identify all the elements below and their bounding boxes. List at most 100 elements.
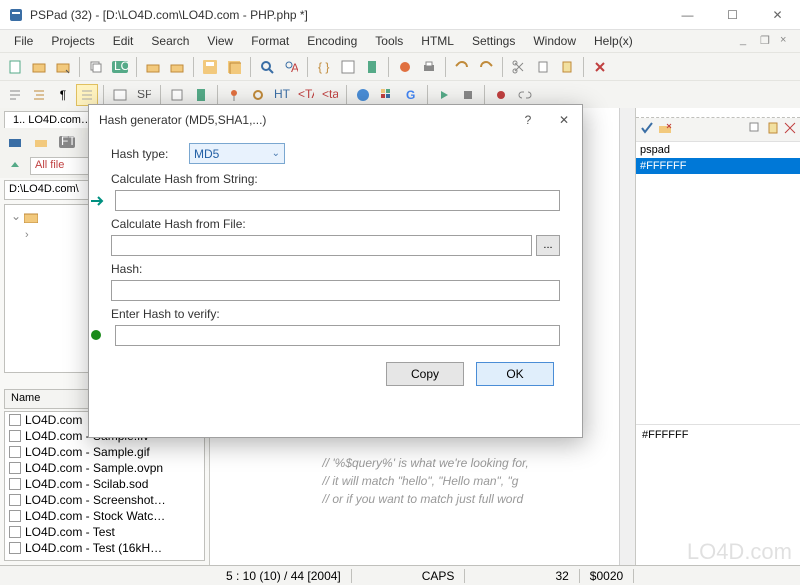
copy-button[interactable]: Copy (386, 362, 464, 386)
minimize-button[interactable]: — (665, 0, 710, 30)
link-icon[interactable] (514, 84, 536, 106)
redo-icon[interactable] (475, 56, 497, 78)
toolbar-1: LOG A→ { } (0, 52, 800, 80)
undo-icon[interactable] (451, 56, 473, 78)
pin-icon[interactable] (223, 84, 245, 106)
html-icon[interactable]: HTML (271, 84, 293, 106)
record-icon[interactable] (490, 84, 512, 106)
compile-icon[interactable] (394, 56, 416, 78)
globe-icon[interactable] (352, 84, 374, 106)
right-item-1[interactable]: pspad (636, 142, 800, 158)
file-input[interactable] (111, 235, 532, 256)
folder-x-icon[interactable] (658, 121, 672, 138)
menu-edit[interactable]: Edit (105, 32, 142, 50)
save-all-icon[interactable] (223, 56, 245, 78)
goto-icon[interactable] (166, 84, 188, 106)
print-icon[interactable] (418, 56, 440, 78)
menu-view[interactable]: View (199, 32, 241, 50)
menu-html[interactable]: HTML (413, 32, 462, 50)
calc-file-label: Calculate Hash from File: (111, 217, 560, 231)
spell-icon[interactable]: SPELL (133, 84, 155, 106)
file-tab[interactable]: 1.. LO4D.com… (4, 111, 101, 128)
list-item[interactable]: LO4D.com - Test (5, 524, 204, 540)
verify-label: Enter Hash to verify: (111, 307, 560, 321)
delete-icon-r[interactable] (784, 122, 796, 137)
list-item[interactable]: LO4D.com - Screenshot… (5, 492, 204, 508)
close-button[interactable]: ✕ (755, 0, 800, 30)
hashtype-select[interactable]: MD5⌄ (189, 143, 285, 164)
clipboard-copy-icon[interactable] (532, 56, 554, 78)
menu-format[interactable]: Format (243, 32, 297, 50)
dialog-help-button[interactable]: ? (510, 105, 546, 135)
gear-icon[interactable] (247, 84, 269, 106)
file-icon (9, 478, 21, 490)
editor-scrollbar[interactable] (619, 108, 635, 565)
delete-icon[interactable] (589, 56, 611, 78)
menu-help[interactable]: Help(x) (586, 32, 641, 50)
menubar: File Projects Edit Search View Format En… (0, 30, 800, 52)
hash-output[interactable] (111, 280, 560, 301)
open-recent-icon[interactable] (52, 56, 74, 78)
search-icon[interactable] (256, 56, 278, 78)
brackets-icon[interactable]: { } (313, 56, 335, 78)
open-icon[interactable] (28, 56, 50, 78)
stop-icon[interactable] (457, 84, 479, 106)
string-input[interactable] (115, 190, 560, 211)
menu-search[interactable]: Search (143, 32, 197, 50)
tool-a-icon[interactable] (109, 84, 131, 106)
list-item[interactable]: LO4D.com - Test (16kH… (5, 540, 204, 556)
check-icon[interactable] (640, 121, 654, 138)
list-item[interactable]: LO4D.com - Sample.ovpn (5, 460, 204, 476)
menu-encoding[interactable]: Encoding (299, 32, 365, 50)
list-item[interactable]: LO4D.com - Sample.gif (5, 444, 204, 460)
mdi-close-icon[interactable]: × (780, 34, 794, 48)
highlight-icon[interactable] (76, 84, 98, 106)
bookmark-icon[interactable] (361, 56, 383, 78)
google-icon[interactable]: G (400, 84, 422, 106)
search-replace-icon[interactable]: A→ (280, 56, 302, 78)
copy-icon[interactable] (85, 56, 107, 78)
color-icon[interactable] (376, 84, 398, 106)
wrap-indent-icon[interactable] (28, 84, 50, 106)
status-position: 5 : 10 (10) / 44 [2004] (216, 569, 352, 583)
right-item-2[interactable]: #FFFFFF (636, 158, 800, 174)
wordwrap-icon[interactable] (4, 84, 26, 106)
mdi-restore-icon[interactable]: ❐ (760, 34, 774, 48)
folder-icon[interactable] (166, 56, 188, 78)
log-icon[interactable]: LOG (109, 56, 131, 78)
mdi-min-icon[interactable]: _ (740, 34, 754, 48)
list-item[interactable]: LO4D.com - Scilab.sod (5, 476, 204, 492)
pilcrow-icon[interactable]: ¶ (52, 84, 74, 106)
menu-settings[interactable]: Settings (464, 32, 523, 50)
arrow-right-icon (89, 193, 105, 209)
copy-icon-r[interactable] (748, 121, 762, 138)
tag-open-icon[interactable]: <TAG (295, 84, 317, 106)
svg-text:G: G (406, 88, 415, 102)
paste-icon-r[interactable] (766, 121, 780, 138)
folder-open-icon[interactable] (30, 131, 52, 153)
ok-button[interactable]: OK (476, 362, 554, 386)
cut-icon[interactable] (508, 56, 530, 78)
play-icon[interactable] (433, 84, 455, 106)
verify-input[interactable] (115, 325, 560, 346)
tag-close-icon[interactable]: <tag (319, 84, 341, 106)
maximize-button[interactable]: ☐ (710, 0, 755, 30)
bookmark2-icon[interactable] (190, 84, 212, 106)
menu-projects[interactable]: Projects (43, 32, 102, 50)
drive-icon[interactable] (4, 131, 26, 153)
nav-up-icon[interactable] (4, 155, 26, 177)
list-item[interactable]: LO4D.com - Stock Watc… (5, 508, 204, 524)
color-hex: #FFFFFF (636, 424, 800, 445)
status-dot-icon (89, 328, 105, 344)
menu-tools[interactable]: Tools (367, 32, 411, 50)
ftp-icon[interactable]: FTP (56, 131, 78, 153)
menu-file[interactable]: File (6, 32, 41, 50)
new-icon[interactable] (4, 56, 26, 78)
dialog-close-button[interactable]: ✕ (546, 105, 582, 135)
save-icon[interactable] (199, 56, 221, 78)
paste-icon[interactable] (556, 56, 578, 78)
browse-button[interactable]: ... (536, 235, 560, 256)
menu-window[interactable]: Window (525, 32, 584, 50)
macro-icon[interactable] (337, 56, 359, 78)
folder-tree-icon[interactable] (142, 56, 164, 78)
